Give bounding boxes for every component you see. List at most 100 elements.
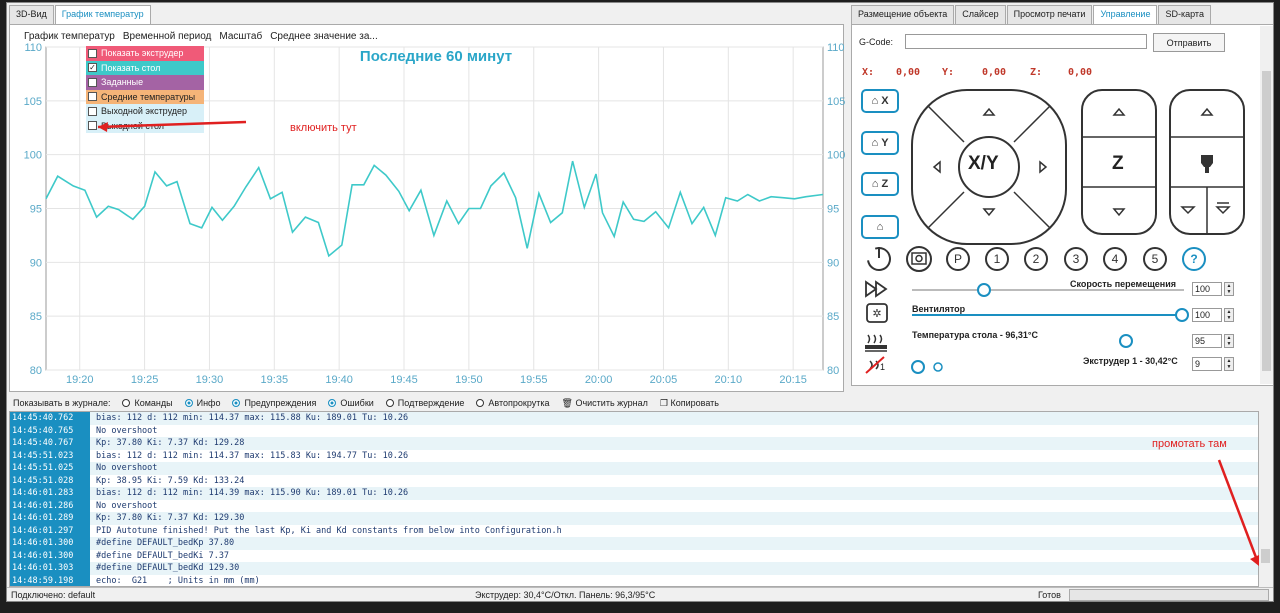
legend-item[interactable]: Средние температуры <box>86 89 204 104</box>
legend-item[interactable]: Выходной экструдер <box>86 104 204 119</box>
home-icon: ⌂ <box>871 178 879 190</box>
y-tick-label-right: 85 <box>827 311 839 323</box>
legend-item[interactable]: Заданные <box>86 75 204 90</box>
preset-2-button[interactable]: 2 <box>1024 247 1048 271</box>
legend-checkbox[interactable] <box>88 48 97 58</box>
log-filter-option[interactable]: Предупреждения <box>232 398 316 408</box>
home-all-button[interactable]: ⌂ <box>861 215 899 239</box>
log-message: Kp: 37.80 Ki: 7.37 Kd: 129.28 <box>96 438 245 448</box>
log-message: Kp: 37.80 Ki: 7.37 Kd: 129.30 <box>96 513 245 523</box>
preset-5-button[interactable]: 5 <box>1143 247 1167 271</box>
speed-spinner[interactable]: ▲ ▼ <box>1224 282 1234 296</box>
radio-button[interactable] <box>184 399 193 407</box>
tab-3d-view[interactable]: 3D-Вид <box>9 5 54 24</box>
y-tick-label-right: 90 <box>827 257 839 269</box>
legend-item[interactable]: Показать экструдер <box>86 46 204 61</box>
preset-4-button[interactable]: 4 <box>1103 247 1127 271</box>
left-tab-bar: 3D-Вид График температур <box>9 5 152 25</box>
preset-3-button[interactable]: 3 <box>1064 247 1088 271</box>
bed-temp-input[interactable]: 95 <box>1192 334 1222 348</box>
log-filter-option[interactable]: Подтверждение <box>385 398 464 408</box>
log-view[interactable]: 14:45:40.762 bias: 112 d: 112 min: 114.37… <box>9 411 1259 587</box>
chart-title: Последние 60 минут <box>360 48 512 65</box>
log-filter-label: Показывать в журнале: <box>13 398 111 408</box>
bed-temp-slider-thumb <box>1119 334 1133 348</box>
legend-checkbox[interactable]: ✓ <box>88 63 97 73</box>
tab-sd-card[interactable]: SD-карта <box>1158 5 1211 24</box>
log-row: 14:45:51.025 No overshoot <box>10 462 1258 475</box>
log-timestamp: 14:46:01.303 <box>10 562 90 575</box>
legend-checkbox[interactable] <box>88 77 97 87</box>
log-message: bias: 112 d: 112 min: 114.39 max: 115.90… <box>96 488 409 498</box>
legend-label: Выходной экструдер <box>101 106 188 117</box>
power-icon[interactable] <box>865 245 893 273</box>
home-icon: ⌂ <box>871 137 879 149</box>
y-tick-label-left: 110 <box>24 42 42 54</box>
log-filter-option[interactable]: Инфо <box>184 398 220 408</box>
extruder-jog-pad[interactable] <box>1169 89 1245 235</box>
log-filter-option[interactable]: Автопрокрутка <box>476 398 550 408</box>
copy-icon: ❐ <box>659 397 671 408</box>
menu-time-period[interactable]: Временной период <box>123 31 212 42</box>
clear-log-button-label: Очистить журнал <box>575 397 648 408</box>
log-timestamp: 14:46:01.300 <box>10 549 90 562</box>
log-row: 14:46:01.283 bias: 112 d: 112 min: 114.39… <box>10 487 1258 500</box>
legend-item[interactable]: ✓ Показать стол <box>86 60 204 75</box>
log-message: bias: 112 d: 112 min: 114.37 max: 115.83… <box>96 450 409 461</box>
ready-status: Готов <box>1038 590 1061 600</box>
extruder-temp-input[interactable]: 9 <box>1192 357 1222 371</box>
menu-chart[interactable]: График температур <box>24 31 115 42</box>
copy-log-button-label: Копировать <box>670 397 719 408</box>
log-scrollbar[interactable] <box>1259 411 1272 587</box>
control-panel-scrollbar[interactable] <box>1260 26 1273 384</box>
trash-icon: 🗑 <box>561 397 576 408</box>
home-x-button[interactable]: ⌂ X <box>861 89 899 113</box>
park-button[interactable]: P <box>946 247 970 271</box>
menu-scale[interactable]: Масштаб <box>219 31 262 42</box>
chart-menu: График температур Временной период Масшт… <box>24 31 378 42</box>
log-message: PID Autotune finished! Put the last Kp, … <box>96 525 562 536</box>
x-tick-label: 19:25 <box>131 374 159 386</box>
z-jog-label: Z <box>1112 153 1124 174</box>
log-timestamp: 14:46:01.289 <box>10 512 90 525</box>
extruder-temp-spinner[interactable]: ▲ ▼ <box>1224 357 1234 371</box>
legend-item[interactable]: Выходной стол <box>86 118 204 133</box>
tab-slicer[interactable]: Слайсер <box>955 5 1006 24</box>
camera-icon[interactable] <box>906 246 932 272</box>
help-button[interactable]: ? <box>1182 247 1206 271</box>
extruder-temp-slider-thumb <box>911 360 925 374</box>
speed-label: Скорость перемещения <box>1070 279 1177 289</box>
fan-spinner[interactable]: ▲ ▼ <box>1224 308 1234 322</box>
extruder-temp-label: Экструдер 1 - 30,42°C <box>1083 356 1178 366</box>
log-filter-option[interactable]: Команды <box>122 398 173 408</box>
radio-button[interactable] <box>476 399 485 407</box>
home-y-button[interactable]: ⌂ Y <box>861 131 899 155</box>
bed-temp-spinner[interactable]: ▲ ▼ <box>1224 334 1234 348</box>
x-tick-label: 19:35 <box>261 374 289 386</box>
radio-button[interactable] <box>232 399 241 407</box>
log-row: 14:46:01.289 Kp: 37.80 Ki: 7.37 Kd: 129.3… <box>10 512 1258 525</box>
log-row: 14:45:51.028 Kp: 38.95 Ki: 7.59 Kd: 133.2… <box>10 474 1258 487</box>
legend-checkbox[interactable] <box>88 92 97 102</box>
x-tick-label: 19:30 <box>196 374 224 386</box>
radio-button[interactable] <box>385 399 394 407</box>
legend-checkbox[interactable] <box>88 106 97 116</box>
preset-1-button[interactable]: 1 <box>985 247 1009 271</box>
x-tick-label: 19:20 <box>66 374 94 386</box>
copy-log-button[interactable]: ❐ Копировать <box>660 398 719 409</box>
tab-temperature-chart[interactable]: График температур <box>54 5 151 25</box>
clear-log-button[interactable]: 🗑 Очистить журнал <box>562 398 648 409</box>
tab-print-preview[interactable]: Просмотр печати <box>1006 5 1093 24</box>
menu-average[interactable]: Среднее значение за... <box>270 31 378 42</box>
tab-control[interactable]: Управление <box>1093 5 1158 25</box>
legend-checkbox[interactable] <box>88 121 97 131</box>
tab-object-placement[interactable]: Размещение объекта <box>851 5 955 24</box>
radio-button[interactable] <box>328 399 337 407</box>
log-timestamp: 14:48:59.198 <box>10 574 90 586</box>
y-tick-label-right: 105 <box>827 96 845 108</box>
speed-input[interactable]: 100 <box>1192 282 1222 296</box>
log-filter-option[interactable]: Ошибки <box>328 398 374 408</box>
home-z-button[interactable]: ⌂ Z <box>861 172 899 196</box>
fan-input[interactable]: 100 <box>1192 308 1222 322</box>
radio-button[interactable] <box>122 399 131 407</box>
